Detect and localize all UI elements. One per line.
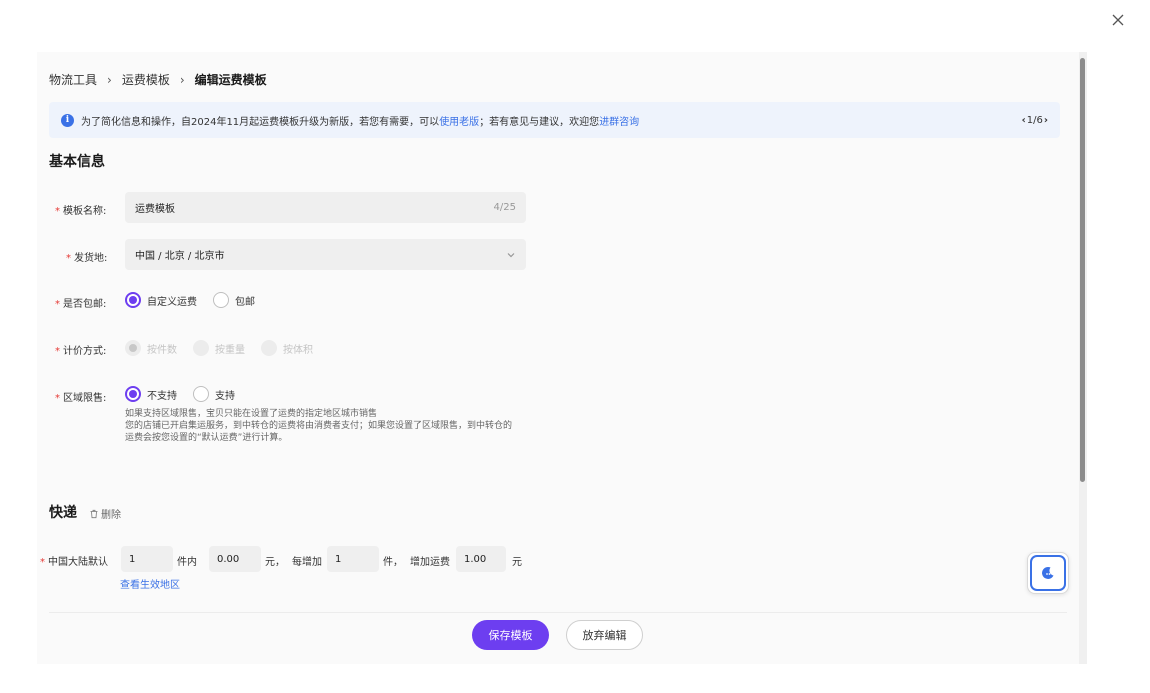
text-piece-comma: 件， bbox=[383, 557, 403, 568]
required-mark: * bbox=[55, 346, 60, 357]
free-shipping-label: * 是否包邮: bbox=[55, 299, 107, 310]
breadcrumb-current: 编辑运费模板 bbox=[194, 73, 267, 87]
hint-line: 如果支持区域限售，宝贝只能在设置了运费的指定地区城市销售 bbox=[125, 409, 378, 419]
close-icon bbox=[1112, 14, 1124, 26]
breadcrumb-separator: › bbox=[107, 72, 112, 87]
hint-line: 运费会按您设置的“默认运费”进行计算。 bbox=[125, 433, 288, 443]
breadcrumb-item-logistics[interactable]: 物流工具 bbox=[49, 71, 97, 88]
required-mark: * bbox=[55, 206, 60, 217]
breadcrumb-separator: › bbox=[179, 72, 185, 87]
delete-express-button[interactable]: 删除 bbox=[89, 506, 121, 521]
express-title: 快递 bbox=[49, 505, 77, 521]
notice-banner: i 为了简化信息和操作，自2024年11月起运费模板升级为新版，若您有需要，可以… bbox=[49, 102, 1060, 138]
ship-from-label: * 发货地: bbox=[66, 253, 108, 264]
radio-custom-freight[interactable]: 自定义运费 bbox=[125, 292, 197, 308]
assistant-float-button[interactable] bbox=[1027, 552, 1069, 594]
char-counter: 4/25 bbox=[493, 202, 516, 213]
text-add-fee: 增加运费 bbox=[410, 557, 450, 568]
radio-by-volume: 按体积 bbox=[261, 340, 313, 356]
scrollbar-track[interactable] bbox=[1079, 52, 1087, 664]
pager-prev-icon[interactable]: ‹ bbox=[1022, 115, 1026, 126]
breadcrumb: 物流工具 › 运费模板 › 编辑运费模板 bbox=[49, 71, 267, 88]
view-regions-link[interactable]: 查看生效地区 bbox=[120, 576, 180, 591]
pager-text: 1/6 bbox=[1026, 114, 1043, 126]
text-within: 件内 bbox=[177, 557, 197, 568]
radio-dot bbox=[125, 386, 141, 402]
text-each-add: 每增加 bbox=[292, 557, 322, 568]
template-name-input[interactable]: 运费模板 4/25 bbox=[125, 192, 526, 223]
region-limit-radio-group: 不支持 支持 bbox=[125, 386, 251, 402]
express-default-label: * 中国大陆默认 bbox=[40, 557, 108, 568]
radio-by-piece: 按件数 bbox=[125, 340, 177, 356]
close-button[interactable] bbox=[1110, 12, 1126, 28]
notice-text-before: 为了简化信息和操作，自2024年11月起运费模板升级为新版，若您有需要，可以 bbox=[81, 116, 440, 128]
breadcrumb-item-freight-template[interactable]: 运费模板 bbox=[122, 71, 170, 88]
first-fee-input[interactable]: 0.00 bbox=[209, 546, 261, 572]
radio-support[interactable]: 支持 bbox=[193, 386, 235, 402]
required-mark: * bbox=[55, 393, 60, 404]
required-mark: * bbox=[55, 299, 60, 310]
radio-by-weight: 按重量 bbox=[193, 340, 245, 356]
notice-pager: ‹ 1/6 › bbox=[1022, 115, 1048, 126]
free-shipping-radio-group: 自定义运费 包邮 bbox=[125, 292, 271, 308]
add-fee-input[interactable]: 1.00 bbox=[456, 546, 506, 572]
ship-from-value: 中国 / 北京 / 北京市 bbox=[135, 251, 225, 262]
region-limit-label: * 区域限售: bbox=[55, 393, 107, 404]
express-default-row: * 中国大陆默认 1 件内 0.00 元， 每增加 1 件， 增加运费 1.00 … bbox=[37, 546, 597, 572]
required-mark: * bbox=[40, 557, 45, 568]
edit-template-panel: 物流工具 › 运费模板 › 编辑运费模板 i 为了简化信息和操作，自2024年1… bbox=[37, 52, 1087, 664]
radio-dot bbox=[125, 292, 141, 308]
pricing-radio-group: 按件数 按重量 按体积 bbox=[125, 340, 329, 356]
text-yuan-comma: 元， bbox=[265, 557, 285, 568]
notice-text-middle: ；若有意见与建议，欢迎您 bbox=[479, 116, 600, 128]
radio-dot bbox=[213, 292, 229, 308]
required-mark: * bbox=[66, 253, 71, 264]
region-limit-hint: 如果支持区域限售，宝贝只能在设置了运费的指定地区城市销售 您的店铺已开启集运服务… bbox=[125, 408, 512, 444]
join-group-link[interactable]: 进群咨询 bbox=[599, 113, 639, 128]
use-old-version-link[interactable]: 使用老版 bbox=[439, 113, 479, 128]
add-qty-input[interactable]: 1 bbox=[327, 546, 379, 572]
discard-edit-button[interactable]: 放弃编辑 bbox=[566, 620, 643, 650]
info-icon: i bbox=[61, 113, 74, 127]
first-qty-input[interactable]: 1 bbox=[121, 546, 173, 572]
pager-next-icon[interactable]: › bbox=[1044, 115, 1048, 126]
text-yuan: 元 bbox=[512, 557, 522, 568]
hint-line: 您的店铺已开启集运服务，到中转仓的运费将由消费者支付；如果您设置了区域限售，到中… bbox=[125, 421, 513, 431]
template-name-value: 运费模板 bbox=[135, 204, 175, 215]
ship-from-select[interactable]: 中国 / 北京 / 北京市 bbox=[125, 239, 526, 270]
radio-dot bbox=[261, 340, 277, 356]
template-name-label: * 模板名称: bbox=[55, 206, 107, 217]
assistant-button-frame bbox=[1030, 555, 1066, 591]
radio-dot bbox=[193, 386, 209, 402]
basic-info-title: 基本信息 bbox=[49, 154, 105, 170]
footer-divider bbox=[49, 612, 1067, 613]
scrollbar-thumb[interactable] bbox=[1080, 58, 1085, 482]
moon-chat-icon bbox=[1042, 566, 1054, 579]
trash-icon bbox=[90, 509, 98, 518]
pricing-method-label: * 计价方式: bbox=[55, 346, 107, 357]
radio-not-support[interactable]: 不支持 bbox=[125, 386, 177, 402]
radio-dot bbox=[125, 340, 141, 356]
radio-free-shipping[interactable]: 包邮 bbox=[213, 292, 255, 308]
radio-dot bbox=[193, 340, 209, 356]
chevron-down-icon bbox=[507, 252, 515, 257]
save-template-button[interactable]: 保存模板 bbox=[472, 620, 549, 650]
